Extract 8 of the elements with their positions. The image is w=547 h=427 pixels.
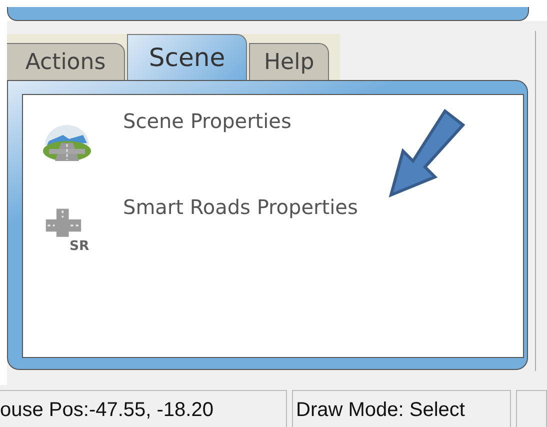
list-item[interactable]: Smart Roads Properties: [123, 195, 358, 219]
list-item[interactable]: Scene Properties: [123, 109, 292, 133]
tab[interactable]: Help: [249, 43, 330, 80]
status-text: ouse Pos:-47.55, -18.20: [0, 390, 287, 427]
tab[interactable]: Actions: [7, 43, 125, 80]
status-panel: [516, 390, 547, 427]
tab[interactable]: Scene: [127, 34, 247, 80]
status-text: Draw Mode: Select: [292, 390, 511, 427]
